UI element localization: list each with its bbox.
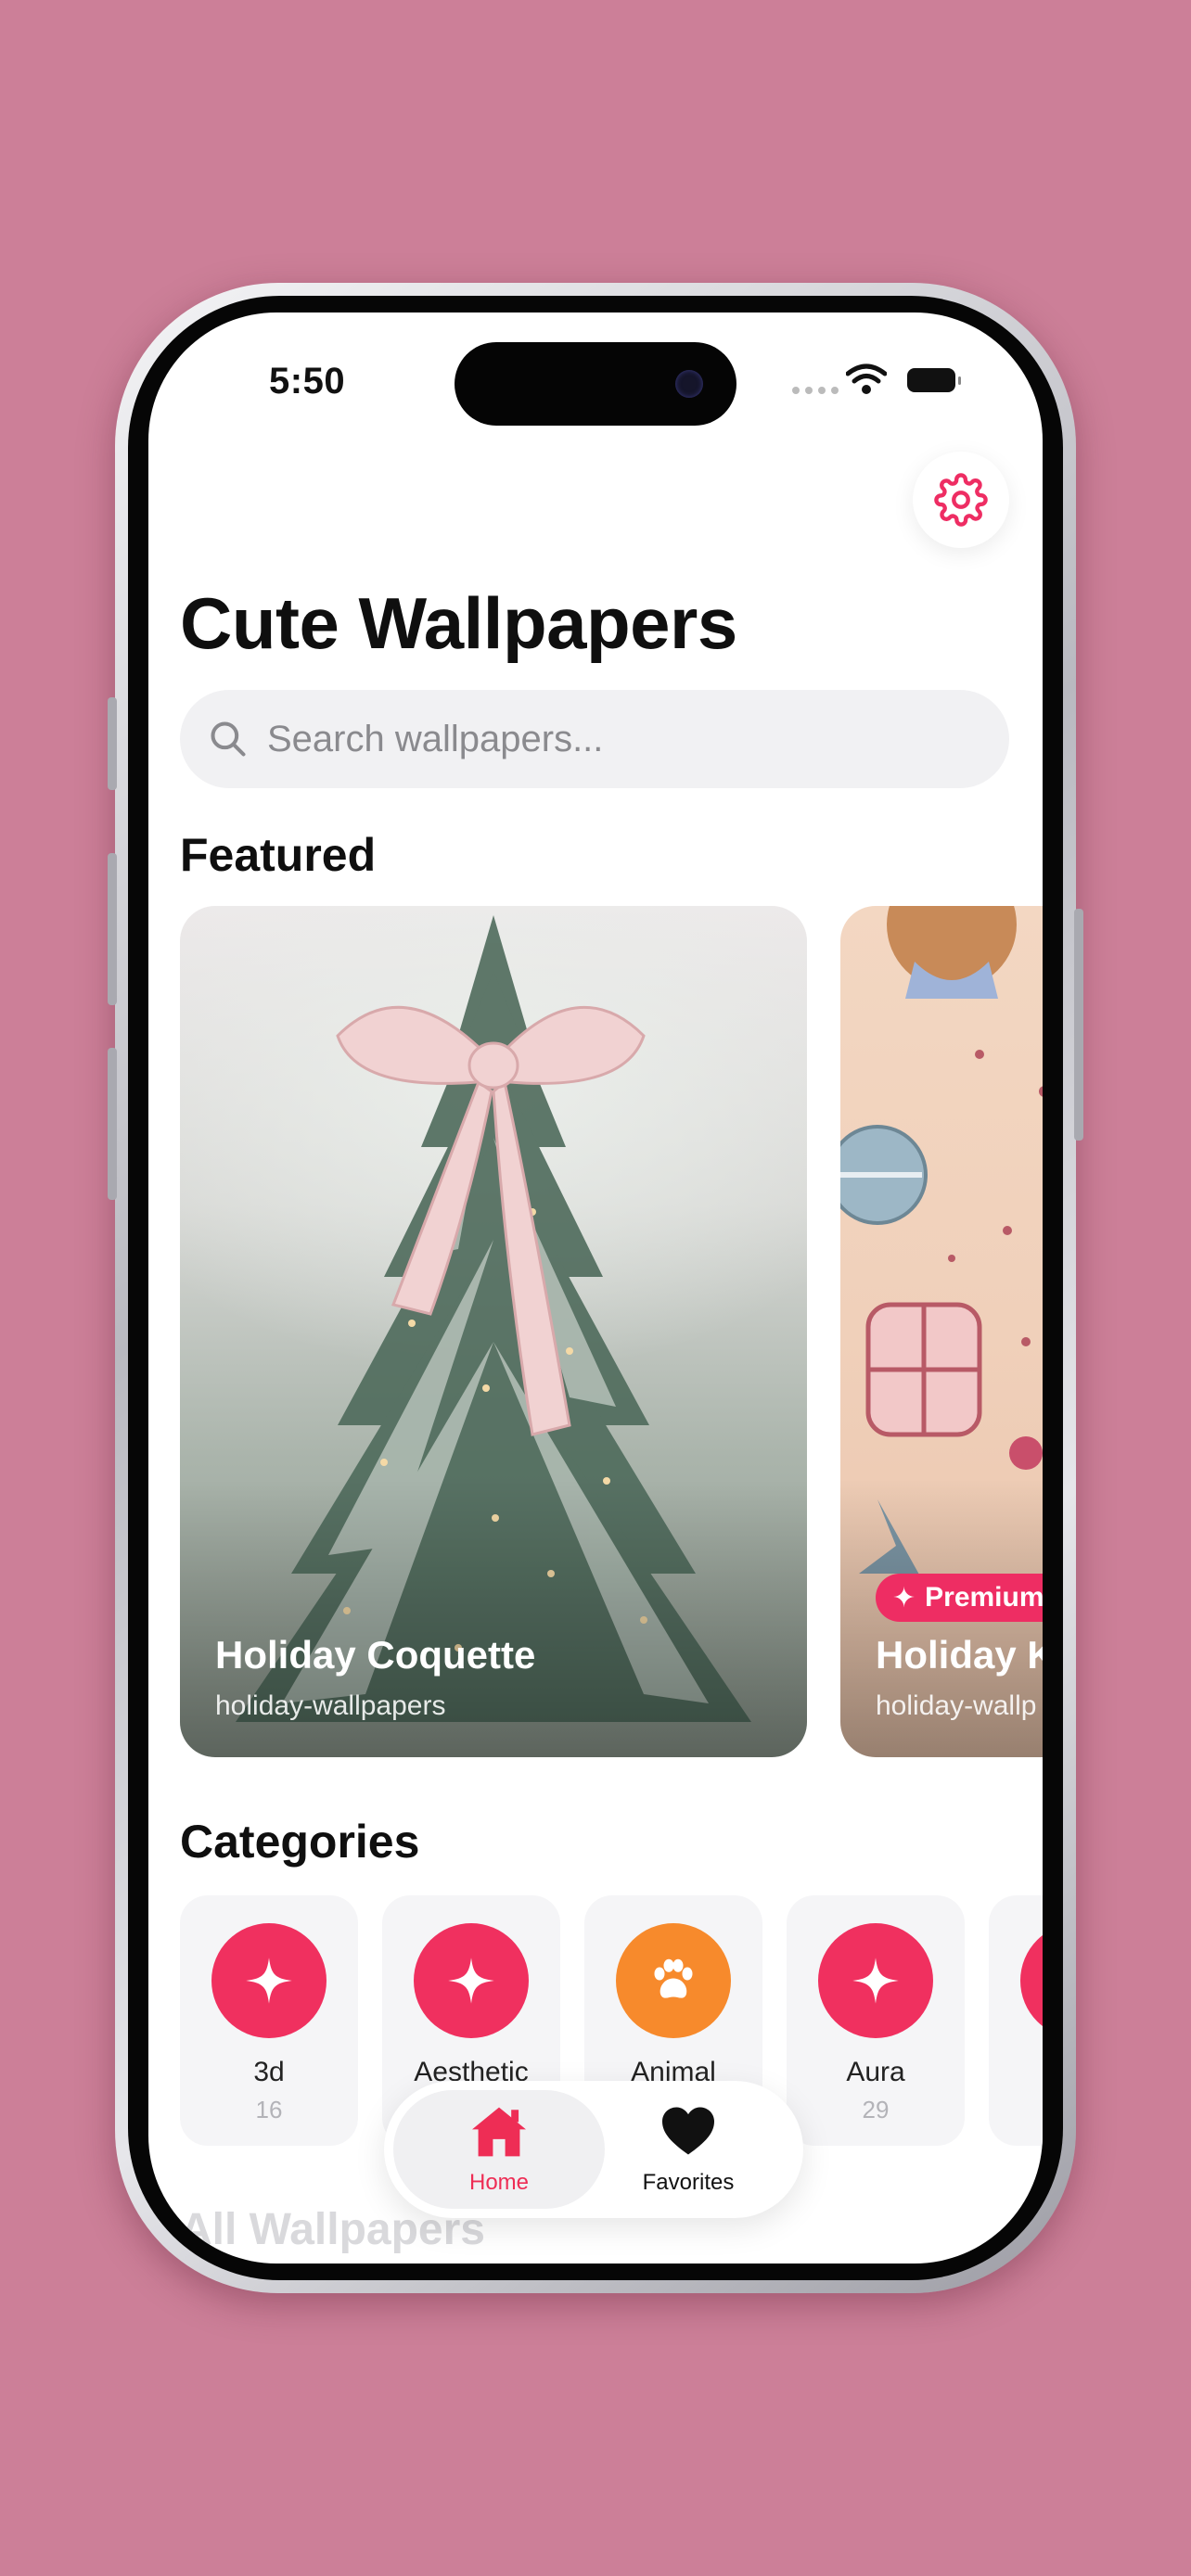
card-title: Holiday Coquette (215, 1633, 536, 1677)
category-count: 29 (862, 2096, 890, 2123)
paw-icon (616, 1923, 731, 2038)
heart-icon (662, 2107, 714, 2155)
category-bu[interactable]: Bu (989, 1895, 1043, 2146)
category-name: Bu (989, 2057, 1043, 2088)
sparkle-icon (1020, 1923, 1043, 2038)
search-bar[interactable]: Search wallpapers... (180, 690, 1009, 788)
tab-favorites-label: Favorites (642, 2170, 735, 2195)
featured-card-holiday-coquette[interactable]: Holiday Coquette holiday-wallpapers (180, 906, 807, 1757)
featured-card-holiday-k[interactable]: ✦ Premium Holiday K holiday-wallp (840, 906, 1043, 1757)
featured-title: Featured (180, 829, 377, 881)
tab-favorites[interactable]: Favorites (583, 2090, 794, 2209)
category-name: Aura (846, 2057, 905, 2087)
status-time: 5:50 (269, 361, 346, 402)
gear-icon (934, 473, 988, 527)
action-button (108, 697, 117, 790)
search-placeholder: Search wallpapers... (267, 718, 604, 759)
app-screen: 5:50 Cute Wallpapers Search wallpapers..… (148, 312, 1043, 2264)
battery-icon (907, 368, 961, 392)
wifi-icon (846, 363, 887, 394)
dynamic-island (455, 342, 736, 426)
volume-up-button (108, 853, 117, 1005)
sparkle-icon (414, 1923, 529, 2038)
tab-home-label: Home (468, 2170, 530, 2195)
category-count: 16 (255, 2096, 283, 2123)
card-subtitle: holiday-wallp (876, 1690, 1037, 1721)
power-button (1074, 909, 1083, 1141)
category-name: 3d (253, 2057, 285, 2087)
card-title: Holiday K (876, 1633, 1043, 1677)
category-aura[interactable]: Aura 29 (787, 1895, 965, 2146)
home-icon (472, 2107, 526, 2157)
categories-title: Categories (180, 1816, 420, 1868)
camera-icon (675, 370, 703, 398)
volume-down-button (108, 1048, 117, 1200)
tab-bar: Home Favorites (384, 2081, 803, 2218)
sparkle-icon (211, 1923, 327, 2038)
card-subtitle: holiday-wallpapers (215, 1690, 446, 1721)
settings-button[interactable] (913, 452, 1009, 548)
tab-home[interactable]: Home (393, 2090, 605, 2209)
premium-badge: ✦ Premium (876, 1574, 1043, 1622)
sparkle-icon: ✦ (892, 1582, 916, 1613)
premium-label: Premium (925, 1582, 1043, 1613)
signal-icon (792, 387, 839, 394)
category-3d[interactable]: 3d 16 (180, 1895, 358, 2146)
page-title: Cute Wallpapers (180, 582, 737, 664)
sparkle-icon (818, 1923, 933, 2038)
search-icon (211, 721, 246, 757)
